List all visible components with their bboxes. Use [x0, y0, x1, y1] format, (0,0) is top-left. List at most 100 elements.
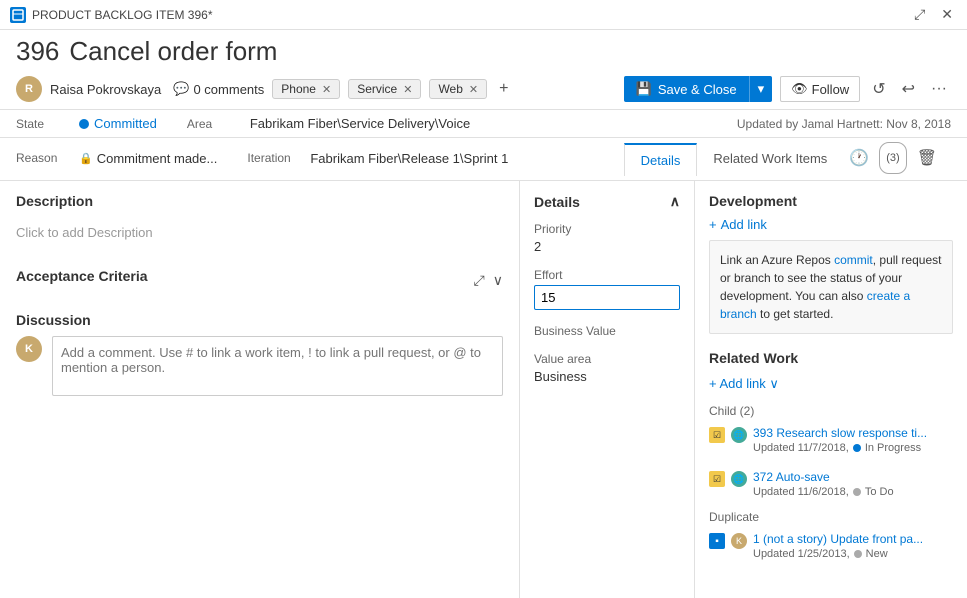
details-collapse-icon[interactable]: ∧ [670, 193, 680, 210]
follow-button[interactable]: 👁 Follow [780, 76, 860, 102]
acceptance-section: Acceptance Criteria ⤢ ∨ [16, 268, 503, 292]
work-item-header: 396 Cancel order form [16, 36, 951, 67]
related-item-393: ☑ 🌐 393 Research slow response ti... Upd… [709, 422, 953, 458]
effort-label: Effort [534, 268, 680, 282]
tag-phone-label: Phone [281, 82, 316, 96]
item-1-title[interactable]: 1 (not a story) Update front pa... [753, 532, 953, 546]
reason-row: Reason 🔒 Commitment made... Iteration Fa… [0, 138, 967, 181]
item-372-meta: Updated 11/6/2018, To Do [753, 486, 953, 498]
item-1-avatar: K [731, 533, 747, 549]
tag-service-label: Service [357, 82, 397, 96]
discussion-avatar: K [16, 336, 42, 362]
close-button[interactable]: ✕ [937, 4, 957, 25]
description-placeholder[interactable]: Click to add Description [16, 217, 503, 248]
state-row: State Committed Area Fabrikam Fiber\Serv… [0, 110, 967, 138]
item-1-content: 1 (not a story) Update front pa... Updat… [753, 532, 953, 560]
iteration-label: Iteration [247, 151, 302, 165]
save-close-button[interactable]: 💾 Save & Close ▾ [624, 76, 772, 102]
item-393-title[interactable]: 393 Research slow response ti... [753, 426, 953, 440]
discussion-input[interactable] [52, 336, 503, 396]
details-panel: Details ∧ Priority 2 Effort Business Val… [520, 181, 695, 598]
add-link-label: Add link [721, 217, 767, 232]
tag-phone-remove[interactable]: ✕ [322, 83, 331, 96]
details-title: Details ∧ [534, 193, 680, 210]
add-tag-button[interactable]: + [495, 80, 512, 98]
dev-add-link-button[interactable]: + Add link [709, 217, 767, 240]
right-panel: Development + Add link Link an Azure Rep… [695, 181, 967, 598]
tag-service[interactable]: Service ✕ [348, 79, 421, 99]
area-path[interactable]: Fabrikam Fiber\Service Delivery\Voice [250, 116, 470, 131]
tab-related-work-items[interactable]: Related Work Items [697, 143, 843, 174]
item-372-task-icon: ☑ [709, 471, 725, 487]
tab-details[interactable]: Details [624, 143, 698, 176]
priority-value: 2 [534, 239, 680, 254]
description-title: Description [16, 193, 503, 209]
tab-icons: 🕐 (3) 🗑 [843, 142, 951, 174]
item-372-title[interactable]: 372 Auto-save [753, 470, 953, 484]
tag-service-remove[interactable]: ✕ [403, 83, 412, 96]
history-icon[interactable]: 🕐 [843, 142, 875, 174]
tag-phone[interactable]: Phone ✕ [272, 79, 340, 99]
save-icon: 💾 [636, 81, 652, 97]
item-372-updated: Updated 11/6/2018, [753, 486, 849, 498]
avatar-initial: R [25, 83, 33, 95]
restore-button[interactable]: ⤢ [910, 4, 929, 25]
save-close-main[interactable]: 💾 Save & Close [624, 76, 749, 102]
value-area-field: Value area Business [534, 352, 680, 384]
state-committed: Committed [94, 116, 157, 131]
item-1-meta: Updated 1/25/2013, New [753, 548, 953, 560]
tag-web[interactable]: Web ✕ [429, 79, 487, 99]
user-avatar: R [16, 76, 42, 102]
save-close-dropdown[interactable]: ▾ [749, 76, 773, 102]
related-work-section: Related Work + Add link ∨ Child (2) ☑ 🌐 … [709, 350, 953, 564]
discussion-avatar-initial: K [25, 343, 33, 355]
child-header: Child (2) [709, 404, 953, 418]
iteration-path[interactable]: Fabrikam Fiber\Release 1\Sprint 1 [310, 151, 508, 166]
links-badge[interactable]: (3) [879, 142, 906, 174]
commit-link[interactable]: commit [834, 253, 873, 267]
effort-input[interactable] [534, 285, 680, 310]
user-name: Raisa Pokrovskaya [50, 82, 161, 97]
related-item-372: ☑ 🌐 372 Auto-save Updated 11/6/2018, To … [709, 466, 953, 502]
save-dropdown-icon: ▾ [758, 81, 765, 97]
add-link-icon: + [709, 217, 717, 232]
dev-info-box: Link an Azure Repos commit, pull request… [709, 240, 953, 334]
tag-web-label: Web [438, 82, 462, 96]
item-393-meta: Updated 11/7/2018, In Progress [753, 442, 953, 454]
area-label: Area [187, 117, 242, 131]
title-bar-controls: ⤢ ✕ [910, 4, 957, 25]
item-393-task-icon: ☑ [709, 427, 725, 443]
duplicate-header: Duplicate [709, 510, 953, 524]
state-label: State [16, 117, 71, 131]
more-button[interactable]: ··· [927, 76, 951, 102]
updated-info: Updated by Jamal Hartnett: Nov 8, 2018 [737, 117, 951, 131]
effort-field: Effort [534, 268, 680, 310]
undo-button[interactable]: ↺ [868, 75, 889, 103]
delete-icon[interactable]: 🗑 [911, 142, 943, 174]
lock-icon: 🔒 [79, 152, 93, 165]
item-393-status: In Progress [865, 442, 921, 454]
back-button[interactable]: ↩ [898, 75, 919, 103]
item-1-module-icon: ▪ [709, 533, 725, 549]
state-dot [79, 119, 89, 129]
title-bar: PRODUCT BACKLOG ITEM 396* ⤢ ✕ [0, 0, 967, 30]
reason-value[interactable]: 🔒 Commitment made... [79, 151, 217, 166]
related-add-link-button[interactable]: + Add link ∨ [709, 374, 779, 398]
acceptance-icons: ⤢ ∨ [474, 272, 503, 289]
reason-text: Commitment made... [97, 151, 218, 166]
tag-web-remove[interactable]: ✕ [469, 83, 478, 96]
reason-label: Reason [16, 151, 71, 165]
work-item-title: Cancel order form [69, 36, 277, 67]
item-372-status-dot [853, 488, 861, 496]
collapse-icon[interactable]: ∨ [493, 272, 503, 289]
azure-devops-icon [10, 7, 26, 23]
business-value-field: Business Value [534, 324, 680, 338]
save-close-label: Save & Close [658, 82, 737, 97]
item-372-avatar: 🌐 [731, 471, 747, 487]
expand-icon[interactable]: ⤢ [474, 272, 485, 289]
comments-button[interactable]: 💬 0 comments [173, 81, 264, 97]
priority-field: Priority 2 [534, 222, 680, 254]
state-value[interactable]: Committed [79, 116, 157, 131]
item-1-status-dot [854, 550, 862, 558]
acceptance-title: Acceptance Criteria [16, 268, 148, 284]
